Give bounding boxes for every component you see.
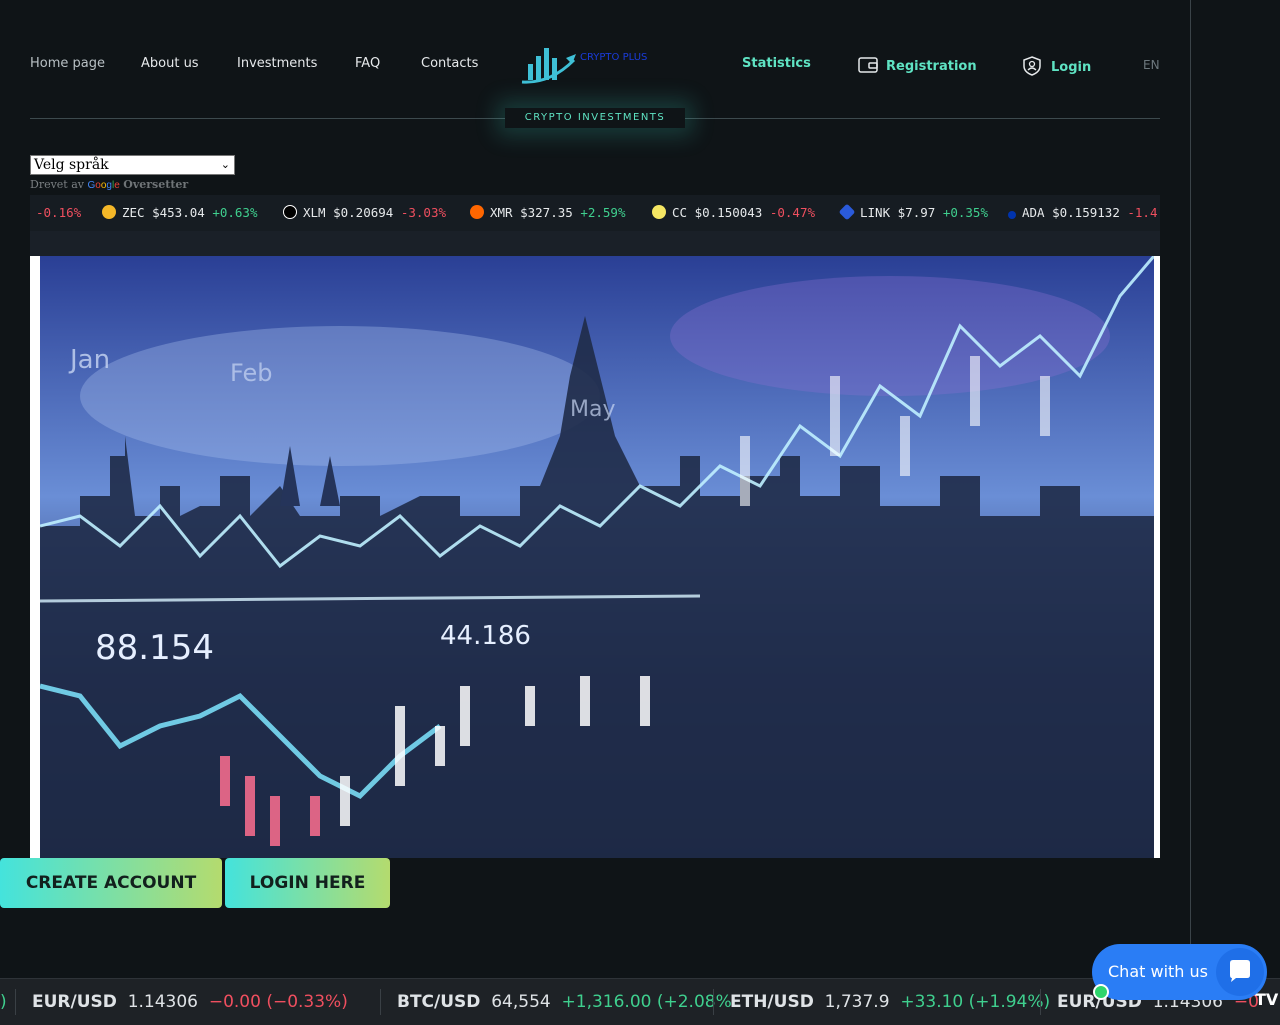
ticker-price: $7.97 [897,205,936,220]
ticker-separator [1040,989,1041,1015]
market-price: 1.14306 [127,992,199,1012]
cc-icon [652,205,666,219]
tagline: CRYPTO INVESTMENTS [505,108,685,128]
crypto-ticker: -0.16% ZEC $453.04 +0.63% XLM $0.20694 -… [30,195,1160,231]
nav-faq[interactable]: FAQ [355,56,380,71]
logo-chart-icon [521,48,576,84]
hero-city-chart-graphic: Jan Feb May 88.154 44.186 [40,256,1154,858]
online-status-dot [1093,984,1109,1000]
ticker-symbol: CC [672,205,688,220]
language-switcher[interactable]: EN [1143,58,1160,72]
translate-link[interactable]: Oversetter [123,178,188,191]
login-label: Login [1051,60,1092,75]
market-symbol: EUR/USD [32,992,117,1012]
ticker-change: +2.59% [580,205,626,220]
nav-investments[interactable]: Investments [237,56,317,71]
ticker-price: $0.150043 [694,205,763,220]
shield-user-icon [1023,56,1041,76]
ticker-symbol: XMR [490,205,513,220]
market-symbol: ETH/USD [730,992,814,1012]
chainlink-icon [838,203,856,221]
chat-label: Chat with us [1108,962,1208,981]
market-change: +33.10 (+1.94%) [900,992,1051,1012]
ticker-change: -3.03% [400,205,447,220]
hero-label-feb: Feb [230,359,273,387]
ticker-price: $0.20694 [333,205,394,220]
ticker-item[interactable]: ZEC $453.04 +0.63% [102,205,257,220]
login-here-button[interactable]: LOGIN HERE [225,858,390,908]
market-change: ) [0,992,7,1012]
stellar-icon [283,205,297,219]
ticker-change: +0.63% [212,205,258,220]
chevron-down-icon: ⌄ [220,158,230,171]
hero-value-2: 44.186 [440,621,531,651]
page-divider-line [1190,0,1191,1024]
hero-value-1: 88.154 [95,628,214,668]
ticker-symbol: ADA [1022,205,1045,220]
zcash-icon [102,205,116,219]
nav-login[interactable]: Login [1023,56,1091,76]
ticker-price: $453.04 [152,205,205,220]
market-symbol: BTC/USD [397,992,481,1012]
nav-contacts[interactable]: Contacts [421,56,478,71]
market-ticker: ) EUR/USD 1.14306 −0.00 (−0.33%) BTC/USD… [0,978,1280,1025]
ticker-change: +0.35% [942,205,988,220]
ticker-separator [713,989,714,1015]
hero-label-may: May [570,397,615,422]
ticker-change: -0.16% [36,205,82,220]
nav-about[interactable]: About us [141,56,199,71]
ticker-item[interactable]: XLM $0.20694 -3.03% [283,205,446,220]
language-select-value: Velg språk [34,157,109,173]
ticker-item[interactable]: CC $0.150043 -0.47% [652,205,815,220]
ticker-item[interactable]: LINK $7.97 +0.35% [838,203,988,221]
hero-image-frame: Jan Feb May 88.154 44.186 [30,256,1160,858]
registration-label: Registration [886,59,977,74]
market-price: 1,737.9 [824,992,890,1012]
nav-home[interactable]: Home page [30,56,105,71]
powered-by-text: Drevet av [30,178,85,191]
market-ticker-item[interactable]: ) [0,992,7,1012]
ticker-change: -0.47% [769,205,816,220]
market-ticker-item[interactable]: EUR/USD 1.14306 −0.00 (−0.33%) [32,992,348,1012]
chat-bubble-icon [1230,960,1250,982]
chat-widget-button[interactable]: Chat with us [1092,944,1267,1000]
logo-brand-text: CRYPTO PLUS [580,52,648,63]
google-translate-attribution: Drevet av Google Oversetter [30,178,188,191]
ticker-item[interactable]: ADA $0.159132 -1.4 [1008,205,1157,220]
ticker-price: $327.35 [520,205,573,220]
ticker-item[interactable]: XMR $327.35 +2.59% [470,205,625,220]
language-select[interactable]: Velg språk ⌄ [30,155,235,175]
hero-label-jan: Jan [68,345,110,375]
nav-statistics[interactable]: Statistics [742,56,811,71]
market-change: −0.00 (−0.33%) [208,992,348,1012]
market-price: 64,554 [491,992,551,1012]
nav-registration[interactable]: Registration [858,56,977,74]
market-ticker-item[interactable]: BTC/USD 64,554 +1,316.00 (+2.08% [397,992,732,1012]
ticker-symbol: XLM [303,205,326,220]
ticker-item[interactable]: -0.16% [36,205,81,220]
chat-bubble[interactable] [1216,948,1264,996]
cardano-icon [1008,211,1016,219]
ticker-price: $0.159132 [1052,205,1120,220]
ticker-separator [15,989,16,1015]
ticker-footer-bar [30,231,1160,256]
wallet-icon [858,57,878,73]
site-logo[interactable]: CRYPTO PLUS [520,42,665,88]
monero-icon [470,205,484,219]
market-ticker-item[interactable]: ETH/USD 1,737.9 +33.10 (+1.94%) [730,992,1050,1012]
ticker-separator [380,989,381,1015]
ticker-symbol: ZEC [122,205,145,220]
market-change: +1,316.00 (+2.08% [561,992,732,1012]
google-logo[interactable]: Google [88,180,120,191]
ticker-symbol: LINK [860,205,891,220]
create-account-button[interactable]: CREATE ACCOUNT [0,858,222,908]
ticker-change: -1.4 [1127,205,1158,220]
hero-image: Jan Feb May 88.154 44.186 [40,256,1154,858]
